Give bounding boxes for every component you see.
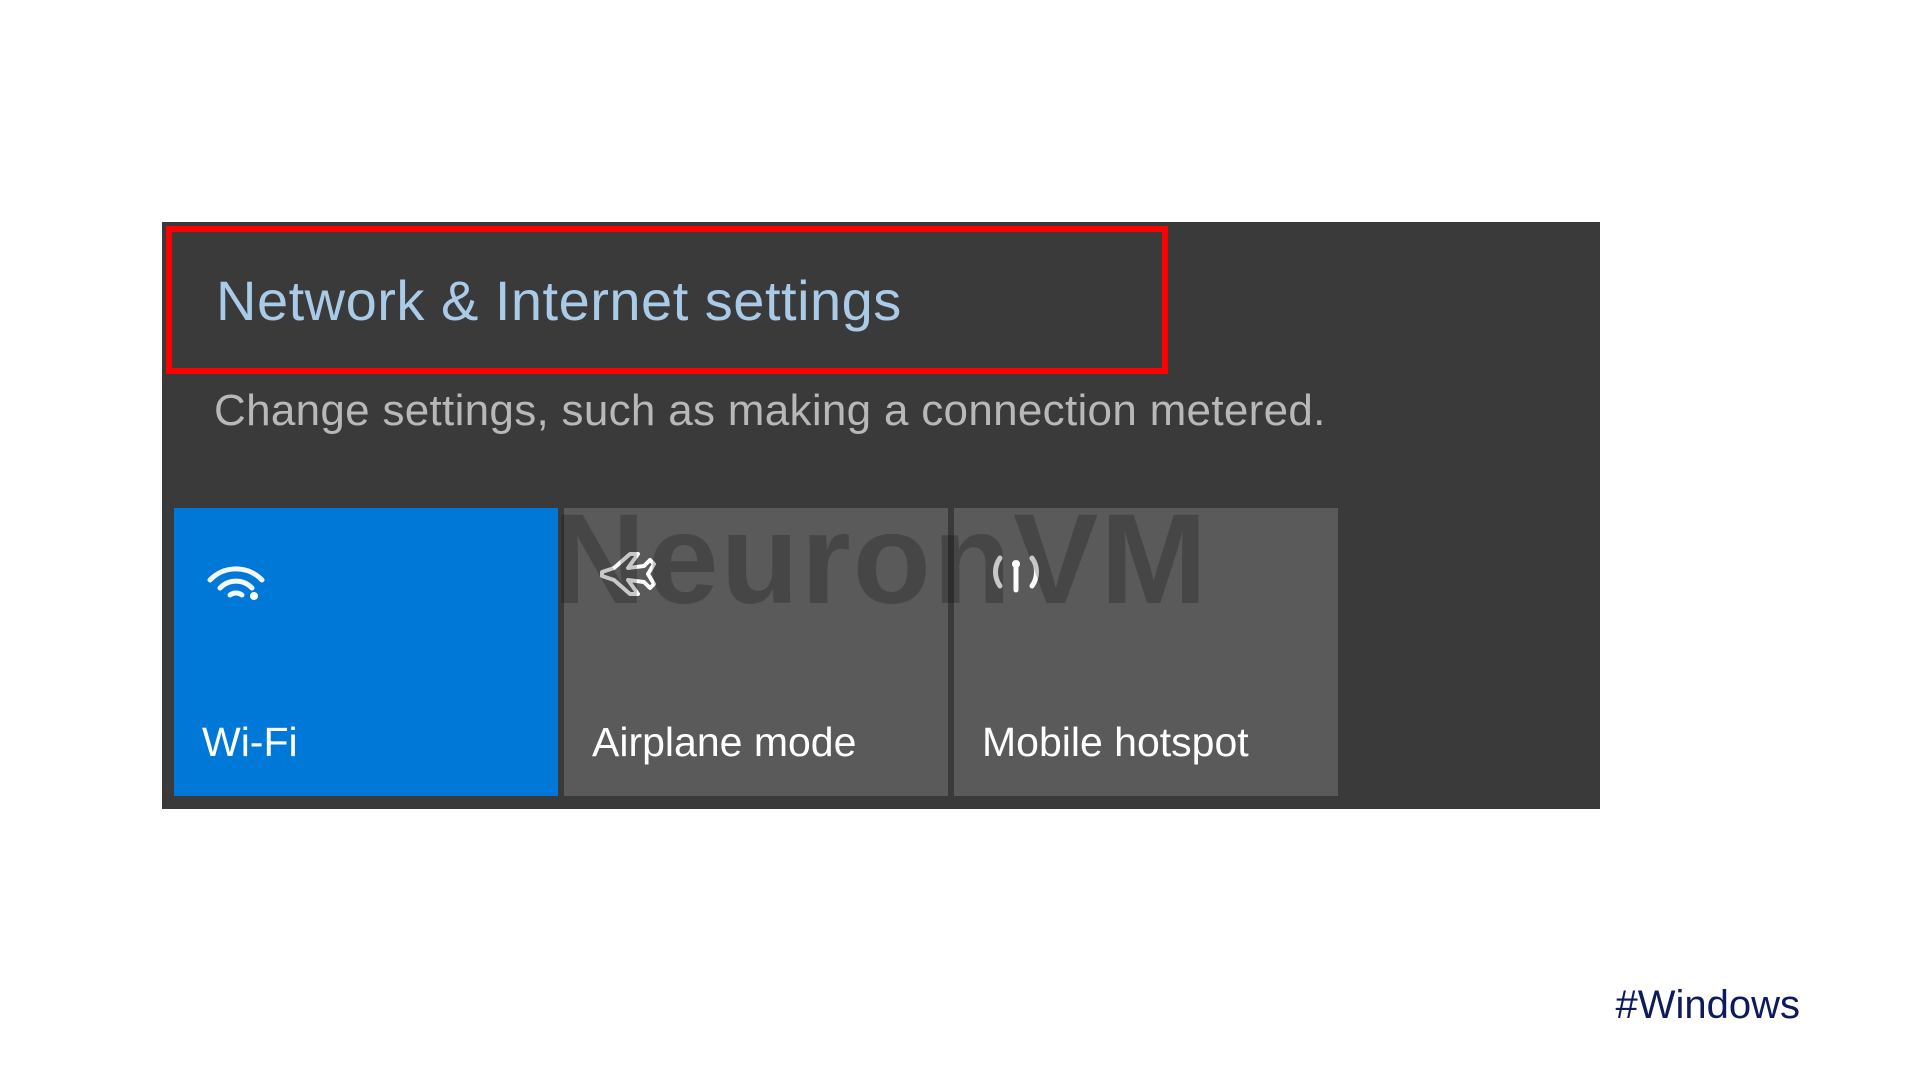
highlight-annotation: Network & Internet settings [166, 226, 1168, 374]
network-flyout-panel: Network & Internet settings Change setti… [162, 222, 1600, 809]
hotspot-icon [984, 540, 1048, 604]
network-settings-subtitle: Change settings, such as making a connec… [214, 386, 1326, 436]
airplane-icon [594, 540, 658, 604]
network-settings-link[interactable]: Network & Internet settings [216, 268, 902, 333]
hashtag-label: #Windows [1615, 983, 1800, 1028]
wifi-tile[interactable]: Wi-Fi [174, 508, 558, 796]
airplane-mode-tile-label: Airplane mode [592, 719, 920, 766]
quick-action-tiles: Wi-Fi Airplane mode Mobile hotspot [174, 508, 1338, 796]
wifi-tile-label: Wi-Fi [202, 719, 530, 766]
airplane-mode-tile[interactable]: Airplane mode [564, 508, 948, 796]
wifi-icon [204, 540, 268, 604]
mobile-hotspot-tile-label: Mobile hotspot [982, 719, 1310, 766]
mobile-hotspot-tile[interactable]: Mobile hotspot [954, 508, 1338, 796]
